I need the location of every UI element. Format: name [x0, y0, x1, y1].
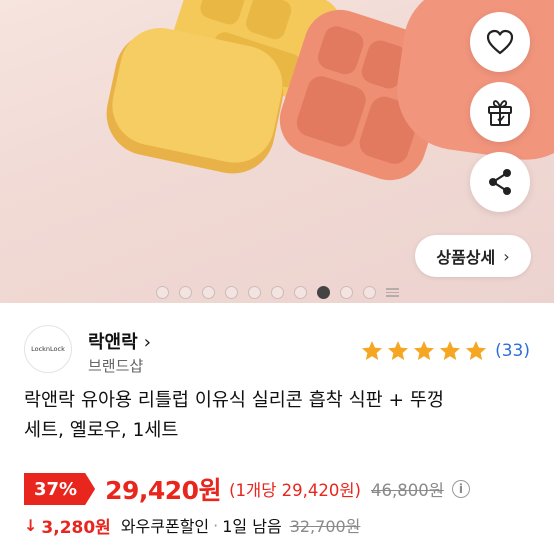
carousel-dot[interactable] [293, 286, 307, 299]
carousel-dot[interactable] [201, 286, 215, 299]
carousel-dot[interactable] [224, 286, 238, 299]
gift-icon [488, 100, 512, 126]
star-icon [440, 341, 461, 360]
coupon-label: 와우쿠폰할인 [120, 517, 210, 536]
product-image-carousel[interactable]: 상품상세 › [0, 0, 554, 303]
like-button[interactable] [470, 12, 530, 72]
brand-name: 락앤락 [88, 332, 138, 353]
unit-price: (1개당 29,420원) [229, 481, 361, 500]
share-icon [489, 169, 511, 195]
coupon-separator: · [213, 515, 219, 535]
brand-logo-text: LocknLock [31, 345, 65, 353]
carousel-dot[interactable] [155, 286, 169, 299]
carousel-dot-active[interactable] [316, 286, 330, 299]
coupon-row: ↓ 3,280원 와우쿠폰할인 · 1일 남음 32,700원 [24, 511, 534, 539]
review-count[interactable]: (33) [495, 341, 530, 361]
heart-icon [486, 29, 514, 55]
coupon-original-price: 32,700원 [289, 517, 361, 536]
share-button[interactable] [470, 152, 530, 212]
brand-shop-label: 브랜드샵 [88, 357, 144, 375]
star-icon [362, 341, 383, 360]
chevron-right-icon: › [143, 332, 151, 353]
carousel-more-icon[interactable] [385, 286, 399, 299]
carousel-dot[interactable] [270, 286, 284, 299]
brand-logo[interactable]: LocknLock [24, 325, 72, 373]
coupon-amount: 3,280원 [41, 517, 111, 538]
carousel-dot[interactable] [178, 286, 192, 299]
product-title-line: 락앤락 유아용 리틀럽 이유식 실리콘 흡착 식판 + 뚜껑 [24, 390, 444, 411]
gift-button[interactable] [470, 82, 530, 142]
product-title-line: 세트, 옐로우, 1세트 [24, 420, 179, 441]
star-icon [414, 341, 435, 360]
sale-price: 29,420원 [105, 476, 222, 505]
carousel-indicator[interactable] [0, 286, 554, 300]
brand-row: LocknLock 락앤락 › 브랜드샵 (33) [24, 325, 530, 381]
carousel-dot[interactable] [247, 286, 261, 299]
discount-badge: 37% [24, 473, 96, 505]
product-detail-label: 상품상세 [436, 248, 496, 267]
product-detail-button[interactable]: 상품상세 › [415, 235, 531, 277]
down-arrow-icon: ↓ [24, 515, 38, 535]
carousel-dot[interactable] [339, 286, 353, 299]
chevron-right-icon: › [503, 246, 510, 266]
info-icon[interactable]: i [451, 480, 470, 498]
price-row: 37% 29,420원 (1개당 29,420원) 46,800원 i [24, 471, 534, 507]
carousel-dot[interactable] [362, 286, 376, 299]
product-title: 락앤락 유아용 리틀럽 이유식 실리콘 흡착 식판 + 뚜껑 세트, 옐로우, … [24, 386, 534, 446]
star-icon [388, 341, 409, 360]
coupon-remaining: 1일 남음 [222, 517, 282, 536]
original-price: 46,800원 [370, 481, 444, 500]
rating[interactable]: (33) [359, 339, 530, 363]
star-icon [466, 341, 487, 360]
brand-name-link[interactable]: 락앤락 › [88, 328, 151, 354]
